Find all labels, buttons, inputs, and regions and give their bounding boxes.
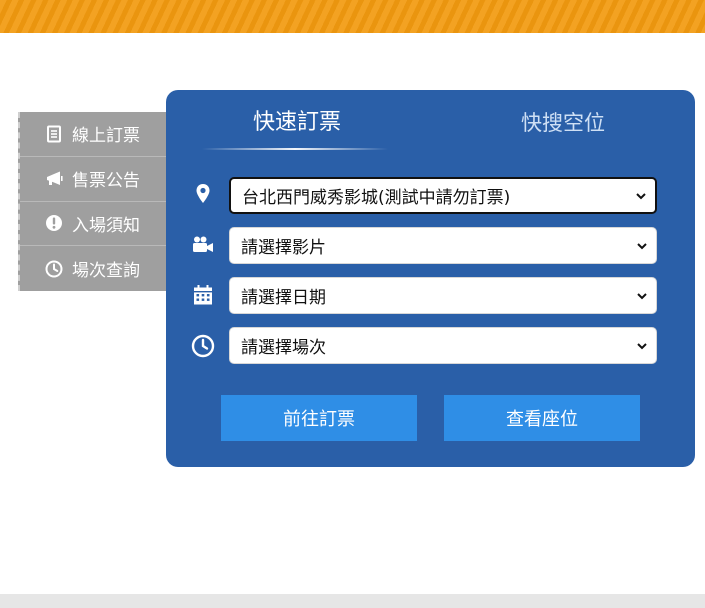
side-item-showtime-query[interactable]: 場次查詢 [20,246,166,291]
document-icon [44,124,64,144]
footer-band [0,594,705,608]
chevron-down-icon [637,342,647,349]
view-seats-button[interactable]: 查看座位 [444,395,640,441]
showtime-select-value: 請選擇場次 [241,338,326,358]
movie-select[interactable]: 請選擇影片 [229,227,657,264]
location-pin-icon [188,179,218,209]
movie-select-value: 請選擇影片 [241,238,326,258]
calendar-icon [188,280,218,310]
chevron-down-icon [637,242,647,249]
side-item-online-booking[interactable]: 線上訂票 [20,112,166,157]
tab-quick-seat-search[interactable]: 快搜空位 [521,107,605,137]
chevron-down-icon [637,292,647,299]
date-select-value: 請選擇日期 [241,288,326,308]
date-select[interactable]: 請選擇日期 [229,277,657,314]
side-item-admission-notes[interactable]: 入場須知 [20,202,166,247]
side-item-label: 線上訂票 [72,126,140,147]
megaphone-icon [44,169,64,189]
cinema-select[interactable]: 台北西門威秀影城(測試中請勿訂票) [229,177,657,214]
cinema-select-value: 台北西門威秀影城(測試中請勿訂票) [242,188,511,208]
go-to-booking-button[interactable]: 前往訂票 [221,395,417,441]
side-menu: 線上訂票 售票公告 入場須知 場次查詢 [18,112,166,291]
clock-icon [44,259,64,279]
tab-quick-booking[interactable]: 快速訂票 [253,104,341,136]
side-item-label: 售票公告 [72,171,140,192]
clock-icon [188,331,218,361]
showtime-select[interactable]: 請選擇場次 [229,327,657,364]
active-tab-underline [202,148,388,150]
chevron-down-icon [636,192,646,199]
side-item-label: 場次查詢 [72,261,140,282]
side-item-announcements[interactable]: 售票公告 [20,157,166,202]
side-item-label: 入場須知 [72,215,140,236]
exclamation-circle-icon [44,213,64,233]
video-camera-icon [188,230,218,260]
top-banner [0,0,705,33]
quick-booking-panel: 快速訂票 快搜空位 台北西門威秀影城(測試中請勿訂票) 請選擇影片 請選擇日期 … [166,90,695,467]
